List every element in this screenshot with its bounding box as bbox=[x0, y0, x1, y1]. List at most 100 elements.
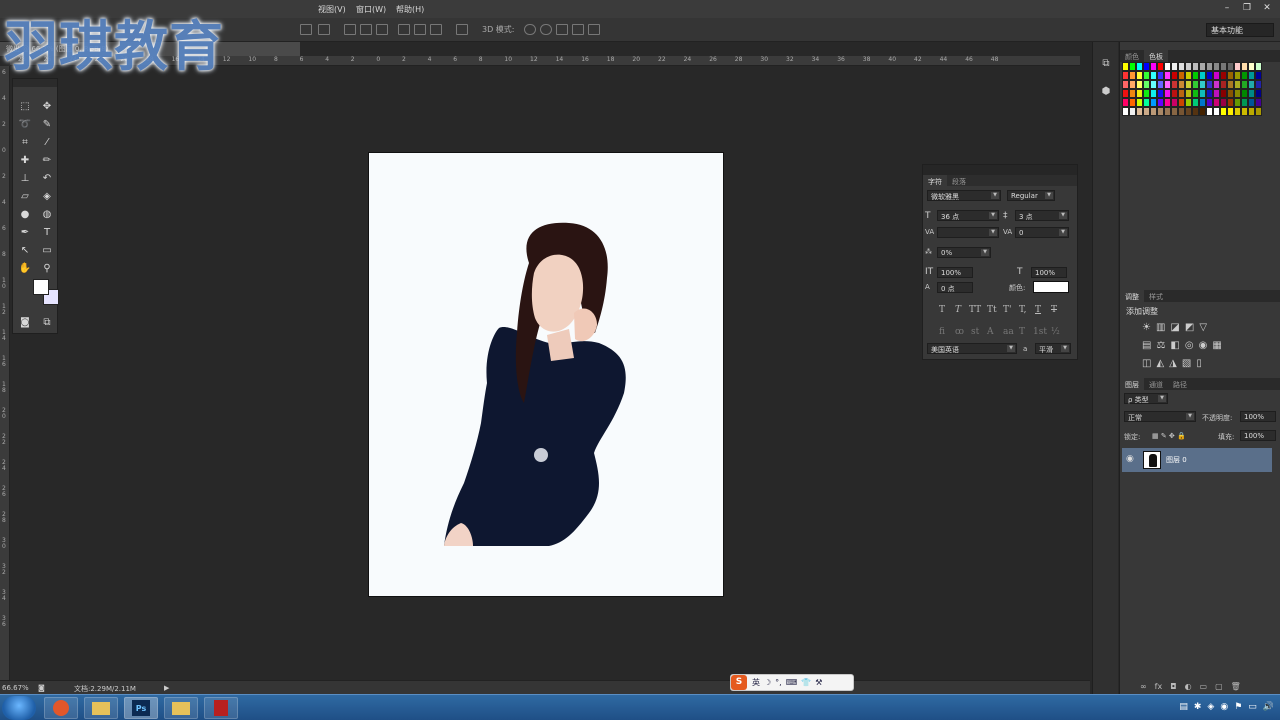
tray-display-icon[interactable]: ▭ bbox=[1248, 702, 1257, 712]
color-swatch[interactable] bbox=[1199, 89, 1206, 98]
color-swatch[interactable] bbox=[1122, 89, 1129, 98]
color-swatch[interactable] bbox=[1206, 107, 1213, 116]
color-swatch[interactable] bbox=[1164, 71, 1171, 80]
fill-field[interactable]: 100% bbox=[1240, 430, 1276, 441]
swash-button[interactable]: A bbox=[987, 327, 994, 337]
tab-paths[interactable]: 路径 bbox=[1168, 378, 1192, 390]
color-swatch[interactable] bbox=[1213, 71, 1220, 80]
color-swatch[interactable] bbox=[1199, 98, 1206, 107]
color-swatch[interactable] bbox=[1192, 71, 1199, 80]
color-swatch[interactable] bbox=[1157, 71, 1164, 80]
color-swatch[interactable] bbox=[1213, 98, 1220, 107]
auto-align-icon[interactable] bbox=[456, 24, 468, 35]
color-swatch[interactable] bbox=[1185, 71, 1192, 80]
color-swatch[interactable] bbox=[1192, 98, 1199, 107]
color-swatch[interactable] bbox=[1192, 80, 1199, 89]
color-swatch[interactable] bbox=[1241, 98, 1248, 107]
color-swatch[interactable] bbox=[1206, 80, 1213, 89]
ime-mode-toggle[interactable]: 英 bbox=[752, 677, 760, 688]
baseline-shift-field[interactable]: 0 点 bbox=[937, 282, 973, 293]
color-swatch[interactable] bbox=[1185, 80, 1192, 89]
superscript-button[interactable]: T' bbox=[1003, 305, 1011, 315]
align-middle-icon[interactable] bbox=[318, 24, 330, 35]
color-swatch[interactable] bbox=[1255, 71, 1262, 80]
screen-mode-icon[interactable]: ⧉ bbox=[39, 315, 55, 329]
color-swatch[interactable] bbox=[1255, 62, 1262, 71]
color-swatch[interactable] bbox=[1234, 107, 1241, 116]
3d-roll-icon[interactable] bbox=[540, 24, 552, 35]
color-swatch[interactable] bbox=[1227, 80, 1234, 89]
color-swatch[interactable] bbox=[1157, 98, 1164, 107]
color-swatch[interactable] bbox=[1157, 62, 1164, 71]
hue-saturation-icon[interactable]: ▤ bbox=[1142, 340, 1151, 351]
tray-safety-icon[interactable]: ◈ bbox=[1207, 702, 1214, 712]
ligatures-button[interactable]: fi bbox=[939, 327, 945, 337]
ornaments-button[interactable]: T bbox=[1019, 327, 1025, 337]
color-swatch[interactable] bbox=[1136, 107, 1143, 116]
stylistic-alternates-button[interactable]: st bbox=[971, 327, 979, 337]
eraser-tool-icon[interactable]: ▱ bbox=[17, 189, 33, 203]
color-swatch[interactable] bbox=[1206, 71, 1213, 80]
photo-filter-icon[interactable]: ◎ bbox=[1185, 340, 1194, 351]
color-swatch[interactable] bbox=[1248, 98, 1255, 107]
color-swatch[interactable] bbox=[1150, 107, 1157, 116]
tracking-field[interactable]: 0 ▼ bbox=[1015, 227, 1069, 238]
lasso-tool-icon[interactable]: ➰ bbox=[17, 117, 33, 131]
color-swatch[interactable] bbox=[1157, 107, 1164, 116]
pen-tool-icon[interactable]: ✒ bbox=[17, 225, 33, 239]
color-swatch[interactable] bbox=[1143, 80, 1150, 89]
color-swatch[interactable] bbox=[1185, 107, 1192, 116]
color-swatch[interactable] bbox=[1129, 62, 1136, 71]
foreground-color-swatch[interactable] bbox=[33, 279, 49, 295]
color-swatch[interactable] bbox=[1143, 107, 1150, 116]
color-swatch[interactable] bbox=[1248, 89, 1255, 98]
type-tool-icon[interactable]: T bbox=[39, 225, 55, 239]
color-swatch[interactable] bbox=[1234, 98, 1241, 107]
color-swatch[interactable] bbox=[1129, 107, 1136, 116]
color-swatch[interactable] bbox=[1122, 98, 1129, 107]
color-swatch[interactable] bbox=[1227, 107, 1234, 116]
color-swatch[interactable] bbox=[1150, 98, 1157, 107]
horizontal-scale-field[interactable]: 100% bbox=[1031, 267, 1067, 278]
dodge-tool-icon[interactable]: ◍ bbox=[39, 207, 55, 221]
color-balance-icon[interactable]: ⚖ bbox=[1156, 340, 1165, 351]
small-caps-button[interactable]: Tt bbox=[987, 305, 997, 315]
color-swatch[interactable] bbox=[1150, 62, 1157, 71]
exposure-icon[interactable]: ◩ bbox=[1185, 322, 1194, 333]
color-swatch[interactable] bbox=[1122, 107, 1129, 116]
new-adjustment-icon[interactable]: ◐ bbox=[1185, 682, 1192, 691]
color-swatch[interactable] bbox=[1129, 80, 1136, 89]
color-swatch[interactable] bbox=[1227, 98, 1234, 107]
layer-name[interactable]: 图层 0 bbox=[1166, 455, 1187, 465]
opacity-field[interactable]: 100% bbox=[1240, 411, 1276, 422]
tray-volume-icon[interactable]: 🔊 bbox=[1263, 702, 1274, 712]
color-swatch[interactable] bbox=[1171, 107, 1178, 116]
color-swatch[interactable] bbox=[1122, 62, 1129, 71]
color-swatch[interactable] bbox=[1136, 89, 1143, 98]
paint-bucket-tool-icon[interactable]: ◈ bbox=[39, 189, 55, 203]
color-swatch[interactable] bbox=[1192, 89, 1199, 98]
color-swatch[interactable] bbox=[1234, 71, 1241, 80]
blend-mode-select[interactable]: 正常 ▼ bbox=[1124, 411, 1196, 422]
text-color-swatch[interactable] bbox=[1033, 281, 1069, 293]
tray-flag-icon[interactable]: ⚑ bbox=[1234, 702, 1242, 712]
color-swatch[interactable] bbox=[1192, 107, 1199, 116]
blur-tool-icon[interactable]: ● bbox=[17, 207, 33, 221]
history-panel-icon[interactable]: ⧉ bbox=[1099, 58, 1113, 72]
color-swatch[interactable] bbox=[1178, 107, 1185, 116]
color-swatch[interactable] bbox=[1178, 62, 1185, 71]
rectangle-tool-icon[interactable]: ▭ bbox=[39, 243, 55, 257]
curves-icon[interactable]: ◪ bbox=[1170, 322, 1179, 333]
color-swatch[interactable] bbox=[1164, 80, 1171, 89]
color-swatch[interactable] bbox=[1143, 98, 1150, 107]
color-swatch[interactable] bbox=[1171, 62, 1178, 71]
color-swatch[interactable] bbox=[1164, 62, 1171, 71]
align-left-icon[interactable] bbox=[344, 24, 356, 35]
visibility-eye-icon[interactable]: ◉ bbox=[1126, 454, 1134, 464]
tab-character[interactable]: 字符 bbox=[923, 175, 947, 186]
align-center-icon[interactable] bbox=[360, 24, 372, 35]
strikethrough-button[interactable]: T bbox=[1051, 305, 1057, 315]
swatches-grid[interactable] bbox=[1122, 62, 1264, 116]
color-swatch[interactable] bbox=[1129, 98, 1136, 107]
zoom-tool-icon[interactable]: ⚲ bbox=[39, 261, 55, 275]
